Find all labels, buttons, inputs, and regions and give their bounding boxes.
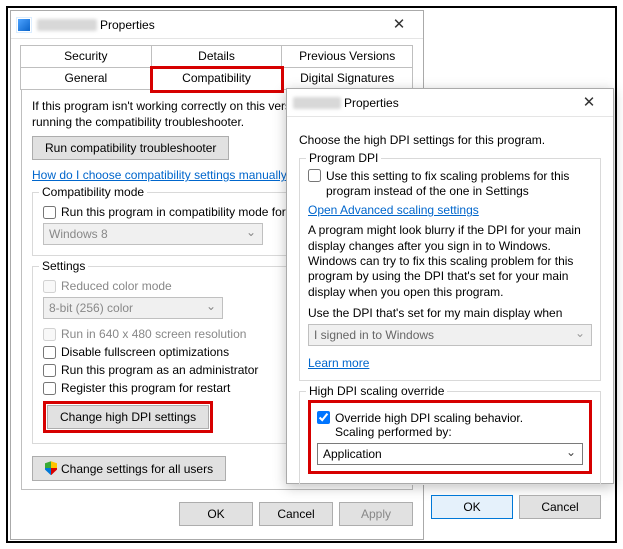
register-restart-checkbox[interactable]	[43, 382, 56, 395]
highlight-box-override: Override high DPI scaling behavior. Scal…	[308, 400, 592, 474]
tab-security[interactable]: Security	[20, 45, 152, 67]
highlight-box-dpi-button: Change high DPI settings	[43, 401, 213, 433]
tab-previous-versions[interactable]: Previous Versions	[281, 45, 413, 67]
redacted-name	[37, 19, 97, 31]
reduced-color-label: Reduced color mode	[61, 279, 172, 293]
learn-more-link[interactable]: Learn more	[308, 356, 369, 370]
override-scaling-checkbox[interactable]	[317, 411, 330, 424]
group-title-compat-mode: Compatibility mode	[39, 185, 147, 199]
composite-screenshot-frame: Properties ✕ Security Details Previous V…	[6, 6, 617, 543]
dialog2-button-row: OK Cancel	[299, 485, 601, 519]
close-icon-dpi[interactable]: ✕	[571, 93, 607, 113]
window-title: Properties	[37, 18, 155, 32]
use-dpi-when-label: Use the DPI that's set for my main displ…	[308, 306, 592, 320]
group-program-dpi: Program DPI Use this setting to fix scal…	[299, 158, 601, 381]
tab-details[interactable]: Details	[151, 45, 283, 67]
use-setting-checkbox[interactable]	[308, 169, 321, 182]
scaling-performed-by-select[interactable]: Application	[317, 443, 583, 465]
manual-settings-link[interactable]: How do I choose compatibility settings m…	[32, 168, 293, 182]
close-icon[interactable]: ✕	[381, 15, 417, 35]
disable-fullscreen-label: Disable fullscreen optimizations	[61, 345, 229, 359]
tab-digital-signatures[interactable]: Digital Signatures	[281, 67, 413, 90]
titlebar-dpi: Properties ✕	[287, 89, 613, 117]
redacted-name-dpi	[293, 97, 341, 109]
change-high-dpi-button[interactable]: Change high DPI settings	[47, 405, 209, 429]
ok-button-dpi[interactable]: OK	[431, 495, 513, 519]
reduced-color-checkbox	[43, 280, 56, 293]
run-640-checkbox	[43, 328, 56, 341]
cancel-button-dpi[interactable]: Cancel	[519, 495, 601, 519]
use-dpi-when-select[interactable]: I signed in to Windows	[308, 324, 592, 346]
run-640-label: Run in 640 x 480 screen resolution	[61, 327, 246, 341]
shield-icon	[45, 461, 57, 475]
run-as-admin-checkbox[interactable]	[43, 364, 56, 377]
window-title-dpi: Properties	[293, 96, 399, 110]
compat-mode-label: Run this program in compatibility mode f…	[61, 205, 289, 219]
group-title-scaling-override: High DPI scaling override	[306, 384, 447, 398]
tab-general[interactable]: General	[20, 67, 152, 90]
advanced-scaling-link[interactable]: Open Advanced scaling settings	[308, 203, 479, 217]
run-as-admin-label: Run this program as an administrator	[61, 363, 258, 377]
compat-mode-checkbox[interactable]	[43, 206, 56, 219]
app-icon	[17, 18, 31, 32]
dpi-explain-text: A program might look blurry if the DPI f…	[308, 223, 592, 300]
high-dpi-dialog: Properties ✕ Choose the high DPI setting…	[286, 88, 614, 484]
register-restart-label: Register this program for restart	[61, 381, 230, 395]
dpi-intro-text: Choose the high DPI settings for this pr…	[299, 133, 601, 148]
color-depth-select: 8-bit (256) color	[43, 297, 223, 319]
group-scaling-override: High DPI scaling override Override high …	[299, 391, 601, 485]
group-title-settings: Settings	[39, 259, 88, 273]
run-troubleshooter-button[interactable]: Run compatibility troubleshooter	[32, 136, 229, 160]
titlebar: Properties ✕	[11, 11, 423, 39]
override-scaling-label: Override high DPI scaling behavior. Scal…	[335, 411, 523, 439]
group-title-program-dpi: Program DPI	[306, 151, 381, 165]
ok-button[interactable]: OK	[179, 502, 253, 526]
tab-compatibility[interactable]: Compatibility	[151, 67, 283, 90]
compat-mode-select[interactable]: Windows 8	[43, 223, 263, 245]
use-setting-label: Use this setting to fix scaling problems…	[326, 169, 592, 199]
disable-fullscreen-checkbox[interactable]	[43, 346, 56, 359]
change-all-users-button[interactable]: Change settings for all users	[32, 456, 226, 481]
